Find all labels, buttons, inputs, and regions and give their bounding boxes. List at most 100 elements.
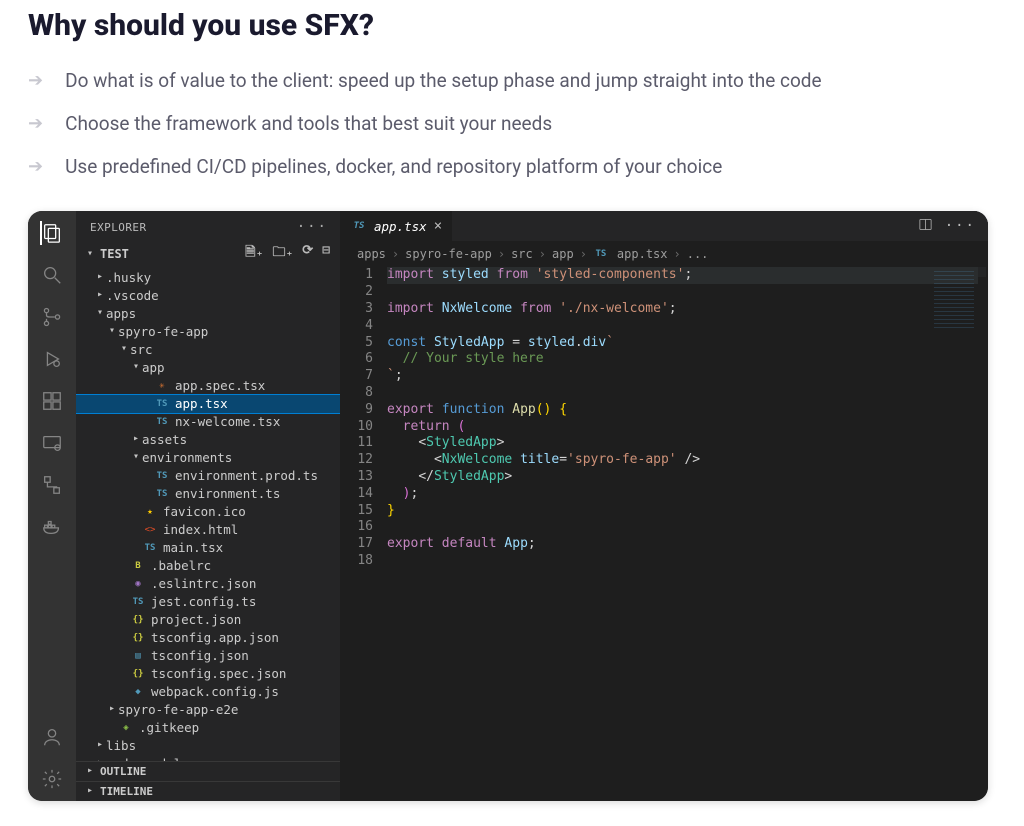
tree-item[interactable]: spyro-fe-app bbox=[76, 323, 340, 341]
tab-bar: TS app.tsx × ··· bbox=[341, 211, 988, 241]
ts-file-icon: TS bbox=[593, 246, 609, 262]
chevron-down-icon bbox=[130, 450, 142, 465]
file-type-icon: {} bbox=[130, 630, 146, 646]
tree-item[interactable]: .husky bbox=[76, 269, 340, 287]
explorer-more-icon[interactable]: ··· bbox=[297, 219, 328, 235]
tree-item-label: app.spec.tsx bbox=[175, 377, 265, 395]
code-line: // Your style here bbox=[387, 351, 978, 368]
tree-item[interactable]: ◈.gitkeep bbox=[76, 719, 340, 737]
line-gutter: 123456789101112131415161718 bbox=[341, 267, 387, 801]
file-tree[interactable]: .husky.vscodeappsspyro-fe-appsrcapp✳ app.… bbox=[76, 269, 340, 761]
tree-item[interactable]: {}tsconfig.app.json bbox=[76, 629, 340, 647]
collapse-icon[interactable]: ⊟ bbox=[322, 243, 330, 265]
tree-item[interactable]: ▤ tsconfig.json bbox=[76, 647, 340, 665]
tree-item[interactable]: ✳ app.spec.tsx bbox=[76, 377, 340, 395]
new-file-icon[interactable]: 🗎₊ bbox=[245, 243, 263, 265]
breadcrumb-item[interactable]: apps bbox=[357, 247, 386, 261]
file-type-icon: {} bbox=[130, 666, 146, 682]
file-type-icon: ◈ bbox=[118, 720, 134, 736]
tree-item[interactable]: environments bbox=[76, 449, 340, 467]
tree-item[interactable]: libs bbox=[76, 737, 340, 755]
code-line bbox=[387, 519, 978, 536]
breadcrumb-item[interactable]: ... bbox=[687, 247, 709, 261]
tree-item[interactable]: ★ favicon.ico bbox=[76, 503, 340, 521]
file-type-icon: ★ bbox=[142, 504, 158, 520]
outline-label: OUTLINE bbox=[100, 765, 146, 778]
breadcrumb-item[interactable]: app.tsx bbox=[617, 247, 668, 261]
tree-item[interactable]: {}tsconfig.spec.json bbox=[76, 665, 340, 683]
tree-item[interactable]: assets bbox=[76, 431, 340, 449]
tree-item-label: jest.config.ts bbox=[151, 593, 256, 611]
tree-item-label: src bbox=[130, 341, 153, 359]
code-content[interactable]: import styled from 'styled-components';i… bbox=[387, 267, 988, 801]
tree-item[interactable]: app bbox=[76, 359, 340, 377]
tree-item-label: environments bbox=[142, 449, 232, 467]
hierarchy-icon[interactable] bbox=[40, 473, 64, 497]
file-type-icon: TS bbox=[154, 396, 170, 412]
tree-item[interactable]: TSmain.tsx bbox=[76, 539, 340, 557]
refresh-icon[interactable]: ⟳ bbox=[302, 243, 313, 265]
workspace-root[interactable]: TEST 🗎₊ 🗀₊ ⟳ ⊟ bbox=[76, 239, 340, 269]
more-actions-icon[interactable]: ··· bbox=[945, 218, 976, 234]
explorer-icon[interactable] bbox=[40, 221, 64, 245]
tree-item[interactable]: B.babelrc bbox=[76, 557, 340, 575]
file-type-icon: ✳ bbox=[154, 378, 170, 394]
new-folder-icon[interactable]: 🗀₊ bbox=[272, 243, 293, 265]
tree-item-label: tsconfig.json bbox=[151, 647, 249, 665]
tree-item[interactable]: TSenvironment.prod.ts bbox=[76, 467, 340, 485]
timeline-section[interactable]: TIMELINE bbox=[76, 781, 340, 801]
tree-item[interactable]: apps bbox=[76, 305, 340, 323]
line-number: 16 bbox=[341, 519, 373, 536]
tree-item[interactable]: spyro-fe-app-e2e bbox=[76, 701, 340, 719]
line-number: 5 bbox=[341, 335, 373, 352]
explorer-title: EXPLORER bbox=[90, 221, 147, 234]
search-icon[interactable] bbox=[40, 263, 64, 287]
tree-item[interactable]: TSnx-welcome.tsx bbox=[76, 413, 340, 431]
minimap[interactable] bbox=[930, 267, 986, 347]
chevron-right-icon bbox=[94, 288, 106, 303]
line-number: 10 bbox=[341, 419, 373, 436]
code-editor[interactable]: 123456789101112131415161718 import style… bbox=[341, 267, 988, 801]
tree-item-label: assets bbox=[142, 431, 187, 449]
settings-gear-icon[interactable] bbox=[40, 767, 64, 791]
tree-item[interactable]: TS app.tsx bbox=[76, 395, 340, 413]
tree-item[interactable]: .vscode bbox=[76, 287, 340, 305]
line-number: 15 bbox=[341, 503, 373, 520]
split-editor-icon[interactable] bbox=[918, 217, 933, 235]
run-debug-icon[interactable] bbox=[40, 347, 64, 371]
file-type-icon: <> bbox=[142, 522, 158, 538]
tree-item[interactable]: {}project.json bbox=[76, 611, 340, 629]
accounts-icon[interactable] bbox=[40, 725, 64, 749]
code-line: export default App; bbox=[387, 536, 978, 553]
close-icon[interactable]: × bbox=[434, 218, 442, 234]
outline-section[interactable]: OUTLINE bbox=[76, 761, 340, 781]
source-control-icon[interactable] bbox=[40, 305, 64, 329]
arrow-icon: ➔ bbox=[28, 67, 43, 96]
tab-app-tsx[interactable]: TS app.tsx × bbox=[341, 211, 453, 241]
chevron-right-icon bbox=[130, 432, 142, 447]
breadcrumb-item[interactable]: spyro-fe-app bbox=[405, 247, 492, 261]
tree-item-label: favicon.ico bbox=[163, 503, 246, 521]
benefit-text: Do what is of value to the client: speed… bbox=[65, 67, 821, 96]
tree-item-label: app.tsx bbox=[175, 395, 228, 413]
breadcrumb-item[interactable]: app bbox=[552, 247, 574, 261]
file-type-icon: ▤ bbox=[130, 648, 146, 664]
chevron-down-icon bbox=[106, 324, 118, 339]
docker-icon[interactable] bbox=[40, 515, 64, 539]
tree-item[interactable]: ◆webpack.config.js bbox=[76, 683, 340, 701]
extensions-icon[interactable] bbox=[40, 389, 64, 413]
vscode-window: EXPLORER ··· TEST 🗎₊ 🗀₊ ⟳ ⊟ .husky.vscod… bbox=[28, 211, 988, 801]
breadcrumb-item[interactable]: src bbox=[511, 247, 533, 261]
tree-item[interactable]: TSenvironment.ts bbox=[76, 485, 340, 503]
breadcrumbs[interactable]: apps› spyro-fe-app› src› app› TS app.tsx… bbox=[341, 241, 988, 267]
tree-item-label: .vscode bbox=[106, 287, 159, 305]
tree-item[interactable]: <>index.html bbox=[76, 521, 340, 539]
tree-item-label: app bbox=[142, 359, 165, 377]
tree-item[interactable]: TSjest.config.ts bbox=[76, 593, 340, 611]
tree-item[interactable]: ◉.eslintrc.json bbox=[76, 575, 340, 593]
remote-icon[interactable] bbox=[40, 431, 64, 455]
line-number: 13 bbox=[341, 469, 373, 486]
chevron-down-icon bbox=[94, 306, 106, 321]
code-line bbox=[387, 318, 978, 335]
tree-item[interactable]: src bbox=[76, 341, 340, 359]
